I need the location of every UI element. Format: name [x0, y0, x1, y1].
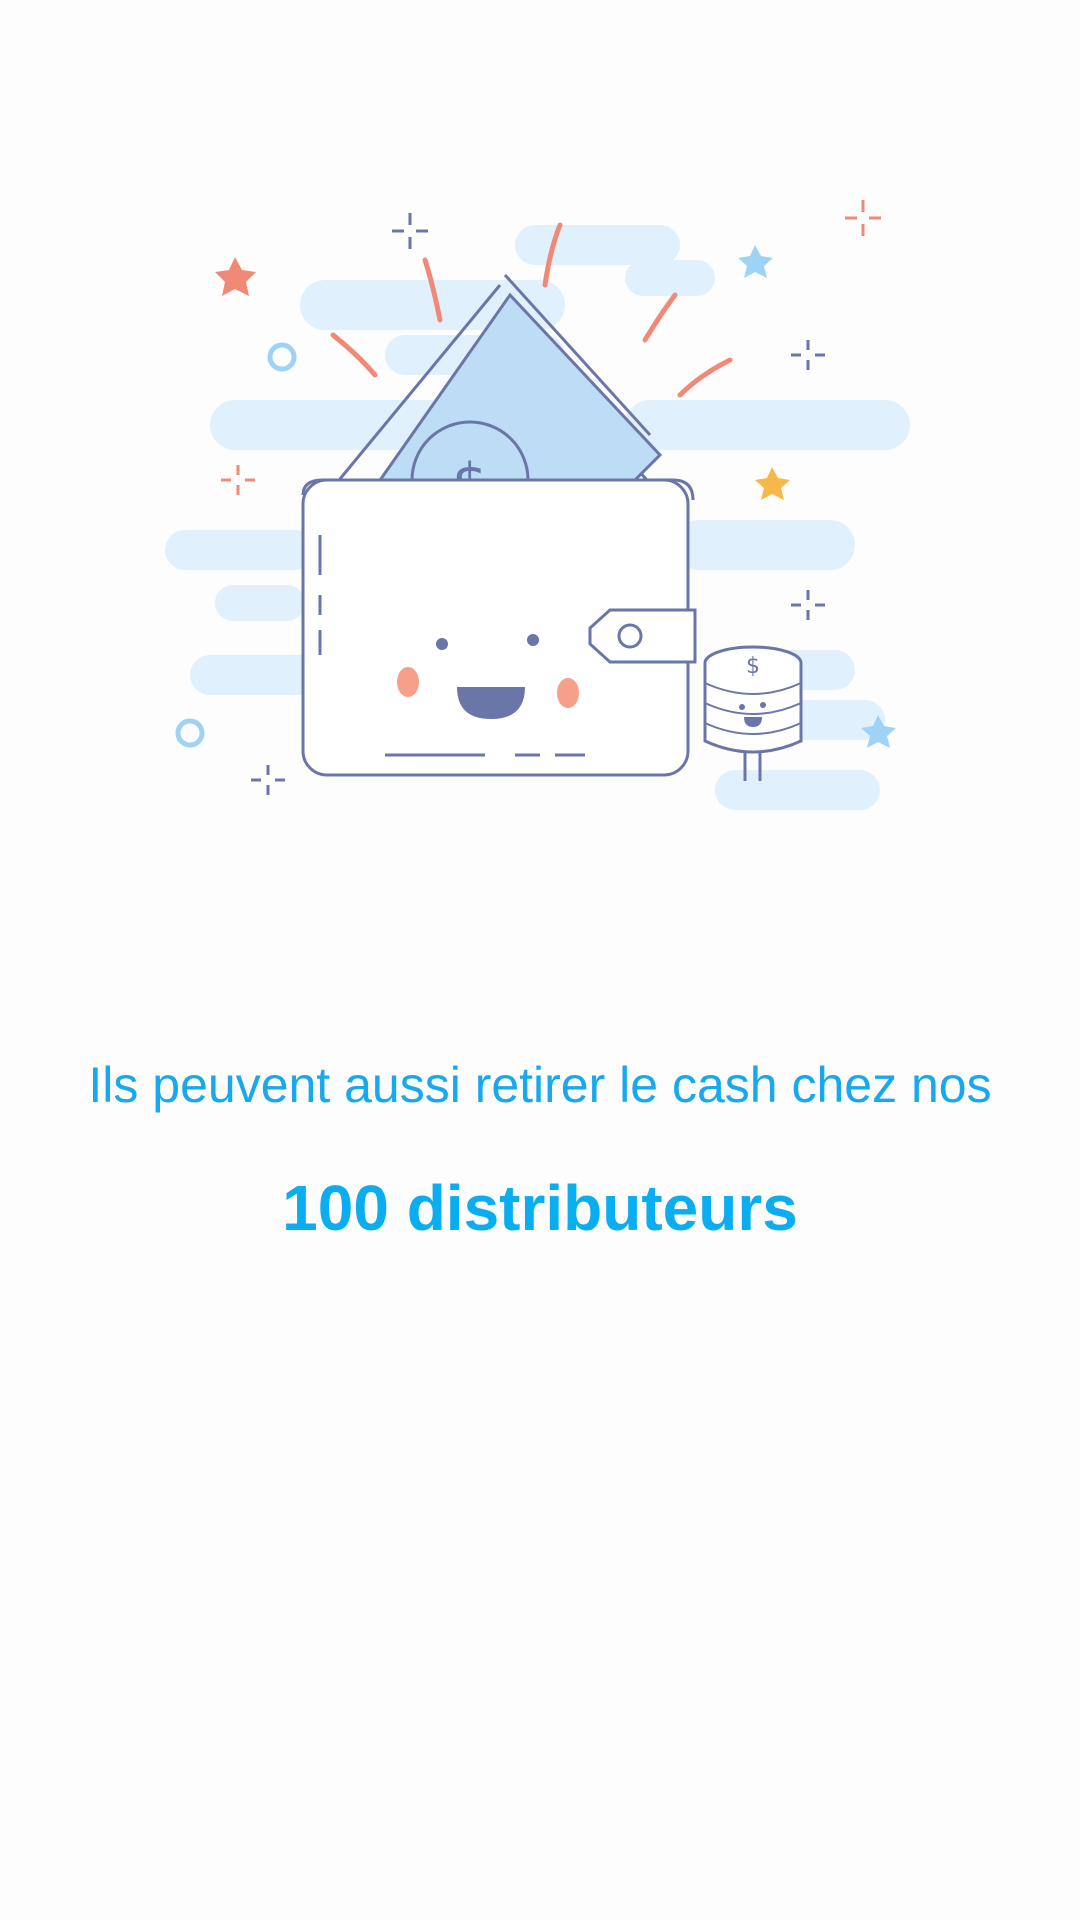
wallet-illustration: $: [155, 185, 925, 825]
coin-stack-icon: $: [703, 645, 803, 781]
onboarding-headline: 100 distributeurs: [282, 1172, 798, 1244]
svg-text:$: $: [746, 654, 760, 679]
onboarding-screen: $ Ils peuvent aussi retirer le cash chez…: [0, 0, 1080, 1920]
onboarding-subtitle: Ils peuvent aussi retirer le cash chez n…: [88, 1057, 992, 1113]
wallet-icon: [301, 478, 697, 777]
